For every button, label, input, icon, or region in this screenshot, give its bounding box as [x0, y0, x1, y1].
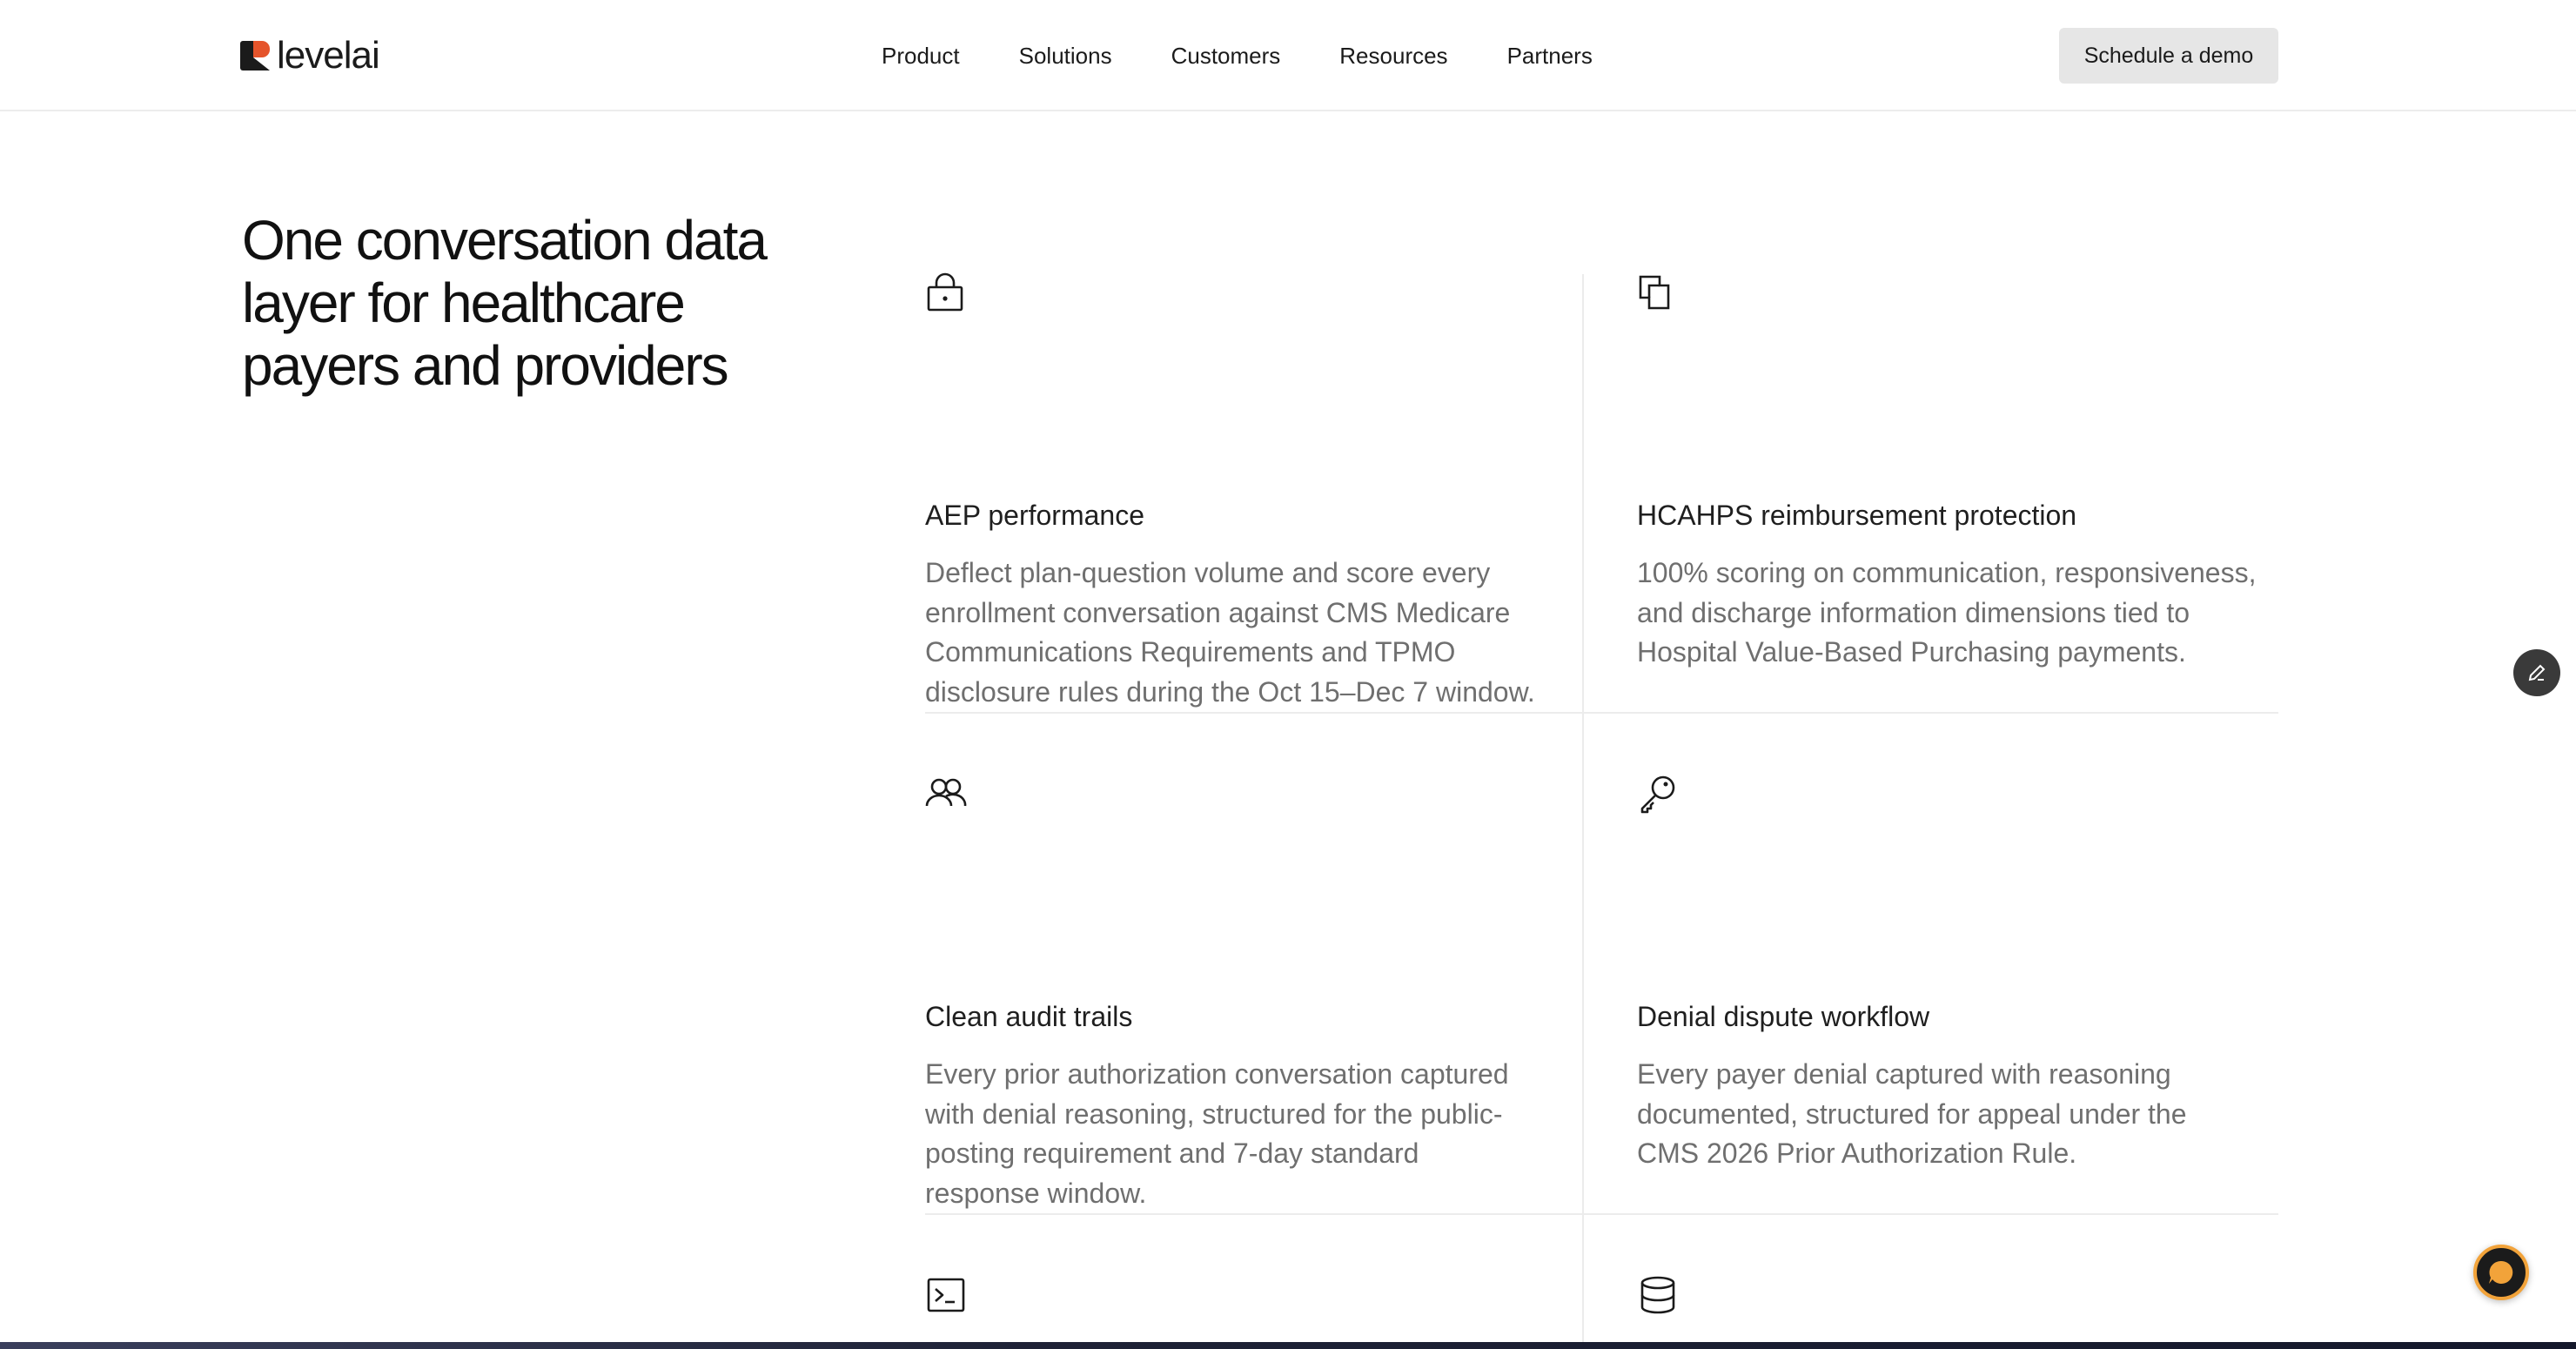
site-header: levelai Product Solutions Customers Reso…: [0, 0, 2576, 111]
feature-title: AEP performance: [925, 500, 1144, 531]
grid-vertical-divider: [1582, 274, 1584, 1349]
nav-product[interactable]: Product: [882, 38, 960, 73]
feature-title: Denial dispute workflow: [1637, 1001, 1930, 1032]
footer-edge: [0, 1342, 2576, 1349]
terminal-icon: [927, 1278, 965, 1312]
feature-description: Every payer denial captured with reasoni…: [1637, 1058, 2187, 1169]
chat-bubble-icon: [2489, 1260, 2513, 1284]
logo-mark-icon: [240, 41, 270, 70]
database-icon: [1640, 1276, 1675, 1314]
users-icon: [925, 778, 967, 807]
key-icon: [1640, 775, 1675, 814]
page-title: One conversation data layer for healthca…: [242, 209, 768, 397]
feature-title: Clean audit trails: [925, 1001, 1133, 1032]
nav-solutions[interactable]: Solutions: [1019, 38, 1112, 73]
edit-pencil-button[interactable]: [2513, 649, 2560, 696]
nav-partners[interactable]: Partners: [1507, 38, 1593, 73]
grid-row-divider: [925, 1213, 2278, 1215]
feature-grid: AEP performance Deflect plan-question vo…: [925, 209, 2278, 1349]
chat-widget-button[interactable]: [2473, 1245, 2529, 1300]
feature-title: HCAHPS reimbursement protection: [1637, 500, 2077, 531]
lock-icon: [927, 272, 963, 312]
feature-description: Deflect plan-question volume and score e…: [925, 557, 1535, 708]
copy-squares-icon: [1639, 275, 1670, 310]
pencil-icon: [2528, 664, 2546, 681]
nav-customers[interactable]: Customers: [1171, 38, 1281, 73]
nav-resources[interactable]: Resources: [1339, 38, 1447, 73]
feature-description: Every prior authorization conversation c…: [925, 1058, 1509, 1209]
levelai-logo[interactable]: levelai: [240, 33, 380, 78]
logo-text: levelai: [277, 34, 380, 77]
schedule-demo-button[interactable]: Schedule a demo: [2059, 28, 2278, 84]
main-nav: Product Solutions Customers Resources Pa…: [882, 38, 1593, 73]
feature-description: 100% scoring on communication, responsiv…: [1637, 557, 2257, 668]
grid-row-divider: [925, 712, 2278, 714]
